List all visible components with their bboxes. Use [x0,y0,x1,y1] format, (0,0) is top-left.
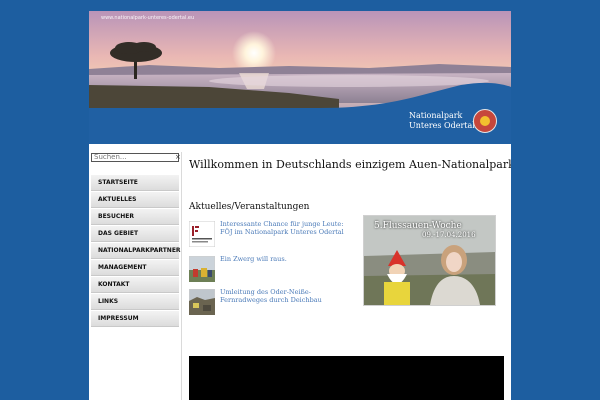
news-link[interactable]: Interessante Chance für junge Leute: FÖJ… [220,220,345,236]
promo-date: 09.-17.04.2016 [422,231,476,239]
video-player[interactable] [189,356,504,400]
nav-item-das-gebiet[interactable]: DAS GEBIET [91,226,179,242]
search-input[interactable] [91,153,179,162]
news-item[interactable]: Ein Zwerg will raus. [189,255,359,282]
page-container: www.nationalpark-unteres-odertal.eu Nati… [89,11,511,400]
news-item[interactable]: Interessante Chance für junge Leute: FÖJ… [189,220,359,247]
header-banner: www.nationalpark-unteres-odertal.eu Nati… [89,11,511,144]
news-link[interactable]: Umleitung des Oder-Neiße-Fernradweges du… [220,288,345,304]
news-section-title: Aktuelles/Veranstaltungen [189,202,310,212]
nav-item-startseite[interactable]: STARTSEITE [91,175,179,191]
nav-item-impressum[interactable]: IMPRESSUM [91,311,179,327]
news-link[interactable]: Ein Zwerg will raus. [220,255,345,264]
park-title: Nationalpark Unteres Odertal [409,111,475,131]
flussauen-woche-banner[interactable]: 5.Flussauen-Woche 09.-17.04.2016 [363,215,496,306]
gnome-thumb-icon[interactable] [189,256,215,282]
search-clear-icon[interactable]: × [175,153,181,162]
dike-thumb-icon[interactable] [189,289,215,315]
nav-item-kontakt[interactable]: KONTAKT [91,277,179,293]
main-content: Willkommen in Deutschlands einzigem Auen… [189,152,511,400]
site-url: www.nationalpark-unteres-odertal.eu [101,15,195,21]
park-logo-sun-icon [480,116,490,126]
nav-item-nationalparkpartner[interactable]: NATIONALPARKPARTNER [91,243,181,259]
main-nav: STARTSEITE AKTUELLES BESUCHER DAS GEBIET… [91,175,181,328]
nav-item-aktuelles[interactable]: AKTUELLES [91,192,179,208]
nav-item-management[interactable]: MANAGEMENT [91,260,179,276]
news-item[interactable]: Umleitung des Oder-Neiße-Fernradweges du… [189,288,359,315]
promo-title: 5.Flussauen-Woche [374,221,462,231]
page-title: Willkommen in Deutschlands einzigem Auen… [189,158,511,171]
nav-item-besucher[interactable]: BESUCHER [91,209,179,225]
park-title-line1: Nationalpark [409,111,463,120]
sidebar: × STARTSEITE AKTUELLES BESUCHER DAS GEBI… [89,152,182,400]
nav-item-links[interactable]: LINKS [91,294,179,310]
park-logo-icon[interactable] [473,109,497,133]
park-title-line2: Unteres Odertal [409,121,475,130]
foej-logo-thumb-icon[interactable] [189,221,215,247]
